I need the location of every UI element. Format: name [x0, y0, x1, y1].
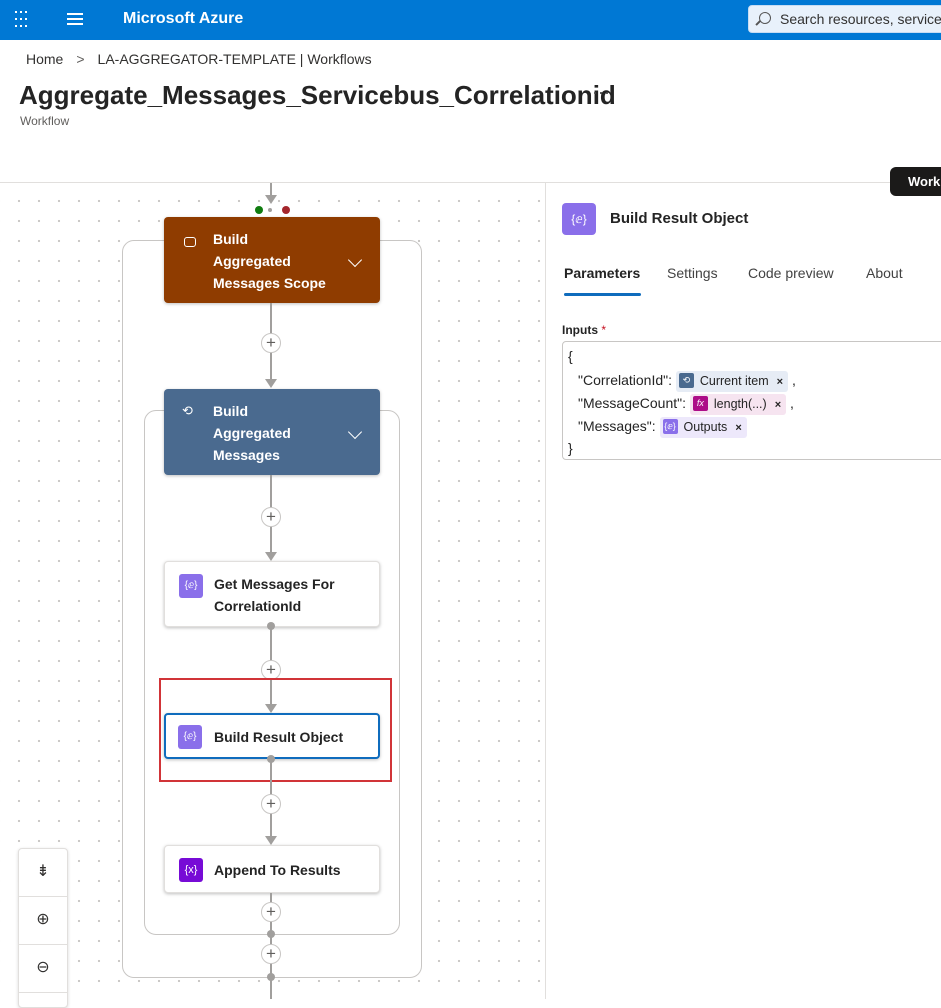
fit-view-icon[interactable]: ⇟ [19, 849, 67, 897]
code-row: "Messages": {ⅇ} Outputs × [578, 417, 747, 438]
top-bar: Microsoft Azure Search resources, servic… [0, 0, 941, 40]
breadcrumb-home[interactable]: Home [26, 51, 63, 67]
token-label: Current item [699, 374, 769, 388]
remove-token-icon[interactable]: × [777, 376, 783, 388]
breadcrumb-separator: > [76, 51, 85, 67]
token-label: length(...) [713, 397, 767, 411]
search-input[interactable]: Search resources, services, [748, 5, 941, 33]
node-scope-line: Build [213, 231, 248, 247]
code-suffix: , [791, 372, 796, 389]
panel-title[interactable]: Build Result Object [610, 210, 748, 227]
code-open-brace: { [568, 348, 573, 364]
add-step-button[interactable]: + [261, 333, 281, 353]
code-suffix: , [790, 395, 794, 412]
zoom-controls: ⇟ ⊕ ⊖ [18, 848, 68, 1008]
node-foreach-line: Build [213, 403, 248, 419]
chevron-down-icon[interactable] [347, 252, 363, 268]
node-foreach-line: Aggregated [213, 425, 291, 441]
selection-highlight [159, 678, 392, 782]
tab-settings[interactable]: Settings [667, 265, 718, 281]
code-close-brace: } [568, 440, 573, 456]
code-key: "CorrelationId": [578, 372, 672, 389]
node-get-messages-line: CorrelationId [214, 598, 302, 614]
remove-token-icon[interactable]: × [775, 399, 781, 411]
loop-icon: ⟲ [678, 373, 694, 389]
node-get-messages-line: Get Messages For [214, 576, 335, 592]
more-options-button[interactable]: ··· [592, 82, 610, 103]
node-get-messages-label: Get Messages For CorrelationId [214, 573, 335, 617]
code-row: "CorrelationId": ⟲ Current item × , [578, 371, 796, 392]
code-key: "Messages": [578, 418, 656, 435]
connector-arrow [265, 552, 277, 561]
connector-dot [267, 973, 275, 981]
code-key: "MessageCount": [578, 395, 686, 412]
connector-dot [267, 930, 275, 938]
workflow-tag[interactable]: Work [890, 167, 941, 196]
loop-icon: ⟲ [182, 403, 193, 418]
token-label: Outputs [683, 420, 728, 434]
active-tab-indicator [564, 293, 641, 296]
add-step-button[interactable]: + [261, 794, 281, 814]
code-row: "MessageCount": fx length(...) × , [578, 394, 794, 415]
connector-arrow [265, 836, 277, 845]
required-mark: * [601, 323, 607, 337]
compose-icon: {ⅇ} [662, 419, 678, 435]
add-step-button[interactable]: + [261, 660, 281, 680]
remove-token-icon[interactable]: × [735, 422, 741, 434]
add-step-button[interactable]: + [261, 944, 281, 964]
add-step-button[interactable]: + [261, 507, 281, 527]
app-launcher-icon[interactable] [15, 11, 33, 29]
node-scope-label: Build Aggregated Messages Scope [213, 228, 326, 294]
node-foreach-line: Messages [213, 447, 280, 463]
page-subtitle: Workflow [20, 114, 70, 128]
tab-parameters[interactable]: Parameters [564, 265, 640, 281]
breadcrumb: Home > LA-AGGREGATOR-TEMPLATE | Workflows [26, 51, 372, 67]
scope-icon [184, 237, 196, 247]
menu-icon[interactable] [67, 13, 83, 27]
success-dot [255, 206, 263, 214]
brand-name[interactable]: Microsoft Azure [123, 10, 243, 28]
inputs-editor[interactable]: { "CorrelationId": ⟲ Current item × , "Mes… [562, 341, 941, 460]
node-scope-line: Messages Scope [213, 275, 326, 291]
expression-token[interactable]: fx length(...) × [689, 394, 787, 415]
dynamic-token[interactable]: ⟲ Current item × [675, 371, 789, 392]
node-foreach[interactable]: ⟲ Build Aggregated Messages [164, 389, 380, 475]
function-icon: fx [692, 396, 708, 412]
breadcrumb-workflows[interactable]: LA-AGGREGATOR-TEMPLATE | Workflows [98, 51, 372, 67]
node-get-messages[interactable]: {ⅇ} Get Messages For CorrelationId [164, 561, 380, 627]
inputs-label-text: Inputs [562, 323, 598, 337]
search-icon [759, 12, 771, 24]
chevron-down-icon[interactable] [347, 424, 363, 440]
connector-dot [268, 208, 272, 212]
tab-code-preview[interactable]: Code preview [748, 265, 834, 281]
page-title: Aggregate_Messages_Servicebus_Correlatio… [19, 80, 616, 110]
inputs-label: Inputs * [562, 323, 606, 337]
tab-about[interactable]: About [866, 265, 903, 281]
variable-icon: {x} [179, 858, 203, 882]
failure-dot [282, 206, 290, 214]
dynamic-token[interactable]: {ⅇ} Outputs × [659, 417, 747, 438]
node-append-label: Append To Results [214, 862, 341, 878]
node-scope-line: Aggregated [213, 253, 291, 269]
node-scope[interactable]: Build Aggregated Messages Scope [164, 217, 380, 303]
panel-divider [545, 183, 546, 999]
zoom-out-icon[interactable]: ⊖ [19, 945, 67, 993]
connector-arrow [265, 195, 277, 204]
compose-icon: {ⅇ} [562, 203, 596, 235]
zoom-in-icon[interactable]: ⊕ [19, 897, 67, 945]
node-foreach-label: Build Aggregated Messages [213, 400, 291, 466]
search-placeholder: Search resources, services, [780, 11, 941, 27]
node-append[interactable]: {x} Append To Results [164, 845, 380, 893]
compose-icon: {ⅇ} [179, 574, 203, 598]
add-step-button[interactable]: + [261, 902, 281, 922]
connector-arrow [265, 379, 277, 388]
